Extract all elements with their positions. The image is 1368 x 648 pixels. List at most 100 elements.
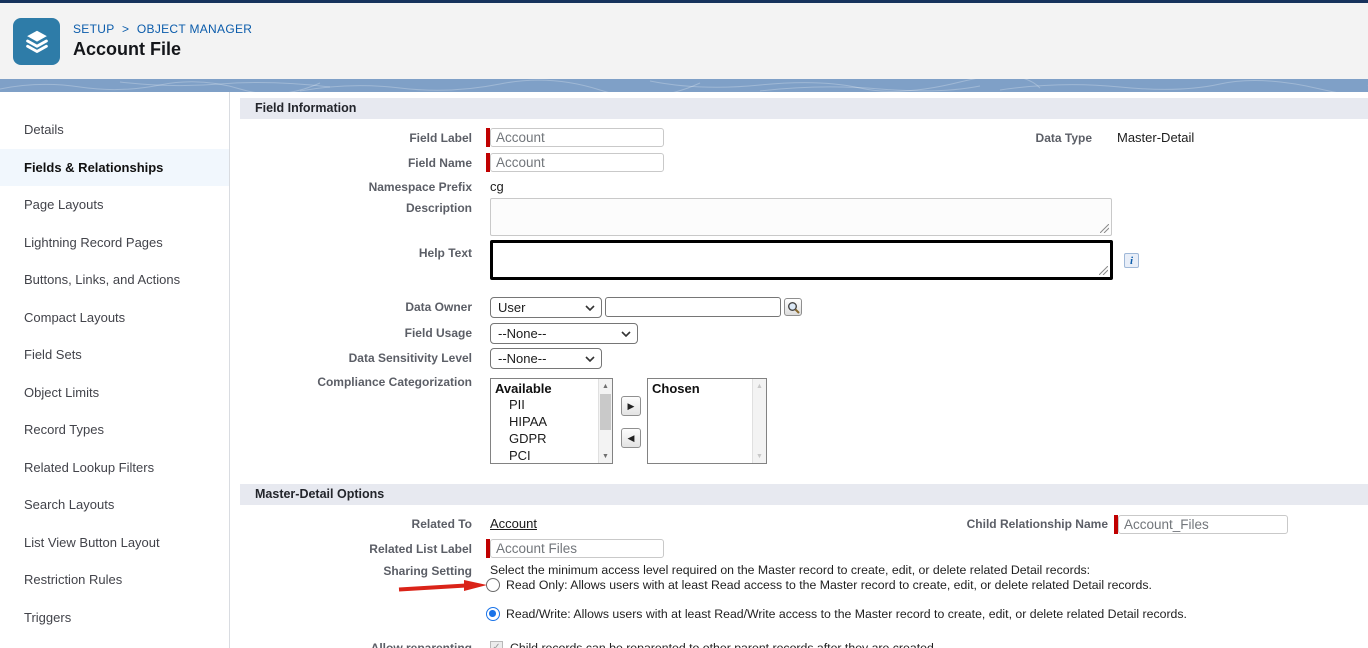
related-list-label-label: Related List Label: [240, 539, 472, 559]
namespace-prefix-value: cg: [490, 177, 504, 197]
sidebar-item-object-limits[interactable]: Object Limits: [0, 374, 229, 412]
field-usage-select-value: --None--: [498, 326, 546, 341]
sidebar-item-record-types[interactable]: Record Types: [0, 411, 229, 449]
sidebar-item-buttons-links-actions[interactable]: Buttons, Links, and Actions: [0, 261, 229, 299]
help-text-label: Help Text: [240, 246, 472, 260]
scroll-down-icon: ▼: [753, 449, 766, 463]
allow-reparenting-checkbox[interactable]: ✓: [490, 641, 503, 648]
allow-reparenting-text: Child records can be reparented to other…: [510, 641, 934, 648]
scrollbar-thumb[interactable]: [600, 394, 611, 430]
field-label-row: Field Label Data Type Master-Detail: [240, 128, 1368, 148]
related-list-label-input[interactable]: [490, 539, 664, 558]
chosen-scrollbar: ▲ ▼: [752, 379, 766, 463]
data-sensitivity-select[interactable]: --None--: [490, 348, 602, 369]
help-text-row: Help Text i: [240, 238, 1368, 282]
magnifier-icon: [787, 301, 800, 314]
allow-reparenting-label: Allow reparenting: [240, 640, 472, 648]
field-usage-label: Field Usage: [240, 323, 472, 343]
data-owner-select[interactable]: User: [490, 297, 602, 318]
sharing-setting-instruction: Select the minimum access level required…: [490, 563, 1090, 577]
available-option-gdpr[interactable]: GDPR: [491, 430, 612, 447]
data-type-label: Data Type: [1010, 128, 1092, 148]
resize-grip-icon[interactable]: [1100, 224, 1109, 233]
data-sensitivity-select-value: --None--: [498, 351, 546, 366]
field-label-label: Field Label: [240, 128, 472, 148]
read-write-radio[interactable]: [486, 607, 500, 621]
breadcrumb-separator: >: [122, 22, 129, 36]
object-layers-icon: [13, 18, 60, 65]
setup-header: SETUP > OBJECT MANAGER Account File: [0, 3, 1368, 79]
annotation-arrow: [398, 578, 488, 594]
field-label-input[interactable]: [490, 128, 664, 147]
sidebar-item-lightning-record-pages[interactable]: Lightning Record Pages: [0, 224, 229, 262]
sidebar-item-related-lookup-filters[interactable]: Related Lookup Filters: [0, 449, 229, 487]
field-usage-row: Field Usage --None--: [240, 323, 1368, 345]
sidebar-item-restriction-rules[interactable]: Restriction Rules: [0, 561, 229, 599]
resize-grip-icon[interactable]: [1099, 266, 1108, 275]
chosen-listbox-header: Chosen: [648, 379, 766, 396]
help-info-icon[interactable]: i: [1124, 253, 1139, 268]
data-owner-select-value: User: [498, 300, 525, 315]
main-content: Field Information Field Label Data Type …: [240, 92, 1368, 648]
move-to-available-button[interactable]: ◀: [621, 428, 641, 448]
available-listbox[interactable]: Available PII HIPAA GDPR PCI ▲ ▼: [490, 378, 613, 464]
chosen-listbox[interactable]: Chosen ▲ ▼: [647, 378, 767, 464]
lookup-button[interactable]: [784, 298, 802, 316]
read-write-radio-label: Read/Write: Allows users with at least R…: [506, 607, 1187, 622]
move-to-chosen-button[interactable]: ▶: [621, 396, 641, 416]
available-listbox-header: Available: [491, 379, 612, 396]
sidebar-item-details[interactable]: Details: [0, 111, 229, 149]
data-sensitivity-row: Data Sensitivity Level --None--: [240, 348, 1368, 370]
section-header-master-detail-options: Master-Detail Options: [240, 484, 1368, 505]
read-only-radio[interactable]: [486, 578, 500, 592]
layers-icon-glyph: [22, 26, 52, 56]
namespace-prefix-label: Namespace Prefix: [240, 177, 472, 197]
sidebar-item-search-layouts[interactable]: Search Layouts: [0, 486, 229, 524]
available-option-pci[interactable]: PCI: [491, 447, 612, 464]
sharing-setting-row: Sharing Setting Select the minimum acces…: [240, 562, 1368, 640]
breadcrumb: SETUP > OBJECT MANAGER: [73, 22, 252, 36]
sidebar-item-compact-layouts[interactable]: Compact Layouts: [0, 299, 229, 337]
compliance-categorization-row: Compliance Categorization Available PII …: [240, 375, 1368, 467]
scroll-up-icon[interactable]: ▲: [599, 379, 612, 393]
data-sensitivity-label: Data Sensitivity Level: [240, 348, 472, 368]
field-name-label: Field Name: [240, 153, 472, 173]
object-manager-field-page: SETUP > OBJECT MANAGER Account File Deta…: [0, 0, 1368, 648]
help-text-textarea[interactable]: [490, 240, 1113, 280]
page-title: Account File: [73, 39, 252, 60]
field-name-input[interactable]: [490, 153, 664, 172]
available-option-pii[interactable]: PII: [491, 396, 612, 413]
breadcrumb-object-manager-link[interactable]: OBJECT MANAGER: [137, 22, 252, 36]
read-only-radio-label: Read Only: Allows users with at least Re…: [506, 578, 1152, 593]
sidebar-item-list-view-button-layout[interactable]: List View Button Layout: [0, 524, 229, 562]
chevron-down-icon: [585, 305, 595, 311]
related-to-link[interactable]: Account: [490, 514, 537, 534]
child-relationship-name-input[interactable]: [1118, 515, 1288, 534]
sidebar-item-page-layouts[interactable]: Page Layouts: [0, 186, 229, 224]
data-owner-row: Data Owner User: [240, 297, 1368, 319]
breadcrumb-setup-link[interactable]: SETUP: [73, 22, 114, 36]
brand-strip-waves: [0, 79, 1368, 92]
sidebar-item-field-sets[interactable]: Field Sets: [0, 336, 229, 374]
related-list-label-row: Related List Label: [240, 539, 1368, 561]
sidebar-item-fields-relationships[interactable]: Fields & Relationships: [0, 149, 229, 187]
field-usage-select[interactable]: --None--: [490, 323, 638, 344]
available-option-hipaa[interactable]: HIPAA: [491, 413, 612, 430]
header-text: SETUP > OBJECT MANAGER Account File: [73, 22, 252, 60]
scroll-up-icon: ▲: [753, 379, 766, 393]
chevron-down-icon: [585, 356, 595, 362]
namespace-prefix-row: Namespace Prefix cg: [240, 177, 1368, 197]
related-to-row: Related To Account Child Relationship Na…: [240, 514, 1368, 536]
child-relationship-name-label: Child Relationship Name: [876, 514, 1108, 534]
allow-reparenting-row: Allow reparenting ✓ Child records can be…: [240, 640, 1368, 648]
sharing-setting-label: Sharing Setting: [240, 564, 472, 578]
scroll-down-icon[interactable]: ▼: [599, 449, 612, 463]
sidebar-item-triggers[interactable]: Triggers: [0, 599, 229, 637]
description-textarea[interactable]: [490, 198, 1112, 236]
compliance-categorization-label: Compliance Categorization: [240, 375, 472, 389]
sidebar: Details Fields & Relationships Page Layo…: [0, 92, 230, 648]
available-scrollbar[interactable]: ▲ ▼: [598, 379, 612, 463]
description-row: Description: [240, 196, 1368, 240]
data-owner-input[interactable]: [605, 297, 781, 317]
related-to-label: Related To: [240, 514, 472, 534]
